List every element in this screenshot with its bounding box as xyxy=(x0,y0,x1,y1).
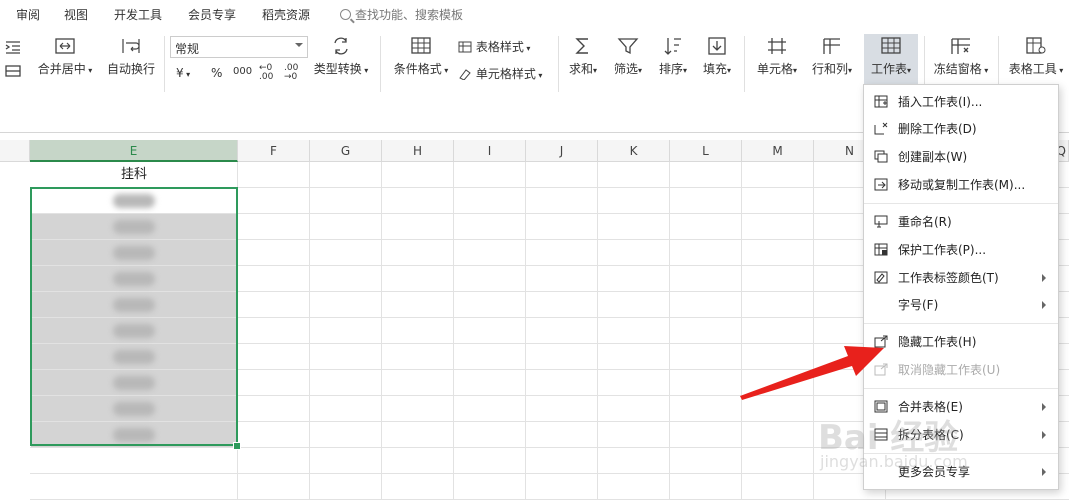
red-arrow-icon xyxy=(740,346,884,400)
watermark-url: jingyan.baidu.com xyxy=(820,452,968,471)
